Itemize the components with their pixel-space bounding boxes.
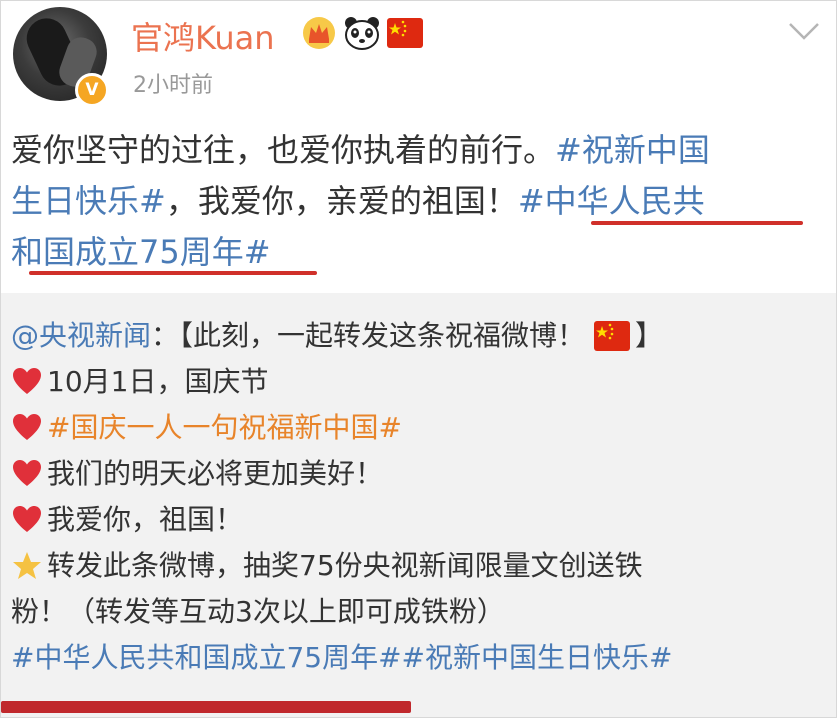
post-time: 2小时前 (133, 73, 213, 98)
repost-text-segment: 我爱你，祖国！ (47, 503, 244, 536)
panda-icon (345, 17, 379, 50)
repost-line: 我们的明天必将更加美好！ (11, 451, 826, 497)
red-heart-icon (13, 414, 41, 440)
red-heart-icon (13, 368, 41, 394)
repost-text-segment: 转发此条微博，抽奖75份央视新闻限量文创送铁 (47, 549, 643, 582)
hashtag-link[interactable]: 生日快乐# (11, 182, 166, 220)
post-header: V 官鸿Kuan 2小时前 (1, 1, 836, 111)
repost-line: @央视新闻 ：【此刻，一起转发这条祝福微博！ 】 (11, 313, 826, 359)
star-icon (13, 552, 41, 579)
repost-text-segment: 粉！（转发等互动3次以上即可成铁粉） (11, 595, 505, 628)
hashtag-link[interactable]: 和国成立75周年# (11, 233, 271, 271)
repost-text-segment: 】 (635, 319, 664, 352)
post-content: 爱你坚守的过往，也爱你执着的前行。#祝新中国 生日快乐#，我爱你，亲爱的祖国！#… (11, 125, 821, 278)
red-underline (1, 701, 411, 713)
post-text-segment: 爱你坚守的过往，也爱你执着的前行。 (11, 131, 556, 169)
repost-line: 10月1日，国庆节 (11, 359, 826, 405)
red-heart-icon (13, 460, 41, 486)
post-line: 和国成立75周年# (11, 227, 821, 278)
crown-badge-icon (303, 17, 335, 49)
repost-line: 转发此条微博，抽奖75份央视新闻限量文创送铁 (11, 543, 826, 589)
repost-text-segment: 10月1日，国庆节 (47, 365, 269, 398)
reposted-content[interactable]: @央视新闻 ：【此刻，一起转发这条祝福微博！ 】 10月1日，国庆节 #国庆一人一… (1, 293, 836, 717)
repost-line: 我爱你，祖国！ (11, 497, 826, 543)
user-badges (301, 15, 423, 51)
hashtag-link[interactable]: #中华人民共和国成立75周年##祝新中国生日快乐# (11, 635, 672, 681)
repost-text: @央视新闻 ：【此刻，一起转发这条祝福微博！ 】 10月1日，国庆节 #国庆一人一… (11, 313, 826, 681)
post-text-segment: ，我爱你，亲爱的祖国！ (165, 182, 518, 220)
verified-badge-icon: V (75, 73, 109, 107)
repost-text-segment: 我们的明天必将更加美好！ (47, 457, 384, 490)
china-flag-icon (387, 18, 423, 48)
chevron-down-icon[interactable] (787, 19, 821, 43)
repost-line: 粉！（转发等互动3次以上即可成铁粉） (11, 589, 826, 635)
weibo-post-card: V 官鸿Kuan 2小时前 爱你坚守的过往，也爱你执着的前行。#祝新中国 生日快… (0, 0, 837, 718)
username[interactable]: 官鸿Kuan (131, 13, 275, 59)
repost-text-segment: ：【此刻，一起转发这条祝福微博！ (151, 319, 586, 352)
post-line: 爱你坚守的过往，也爱你执着的前行。#祝新中国 (11, 125, 821, 176)
mention-link[interactable]: @央视新闻 (11, 313, 151, 359)
hashtag-link[interactable]: #国庆一人一句祝福新中国# (47, 405, 402, 451)
repost-line: #中华人民共和国成立75周年##祝新中国生日快乐# (11, 635, 826, 681)
red-underline (29, 271, 317, 275)
post-line: 生日快乐#，我爱你，亲爱的祖国！#中华人民共 (11, 176, 821, 227)
china-flag-icon (594, 321, 631, 351)
red-underline (591, 221, 803, 225)
hashtag-link[interactable]: #中华人民共 (518, 182, 705, 220)
hashtag-link[interactable]: #祝新中国 (555, 131, 710, 169)
red-heart-icon (13, 506, 41, 532)
repost-line: #国庆一人一句祝福新中国# (11, 405, 826, 451)
